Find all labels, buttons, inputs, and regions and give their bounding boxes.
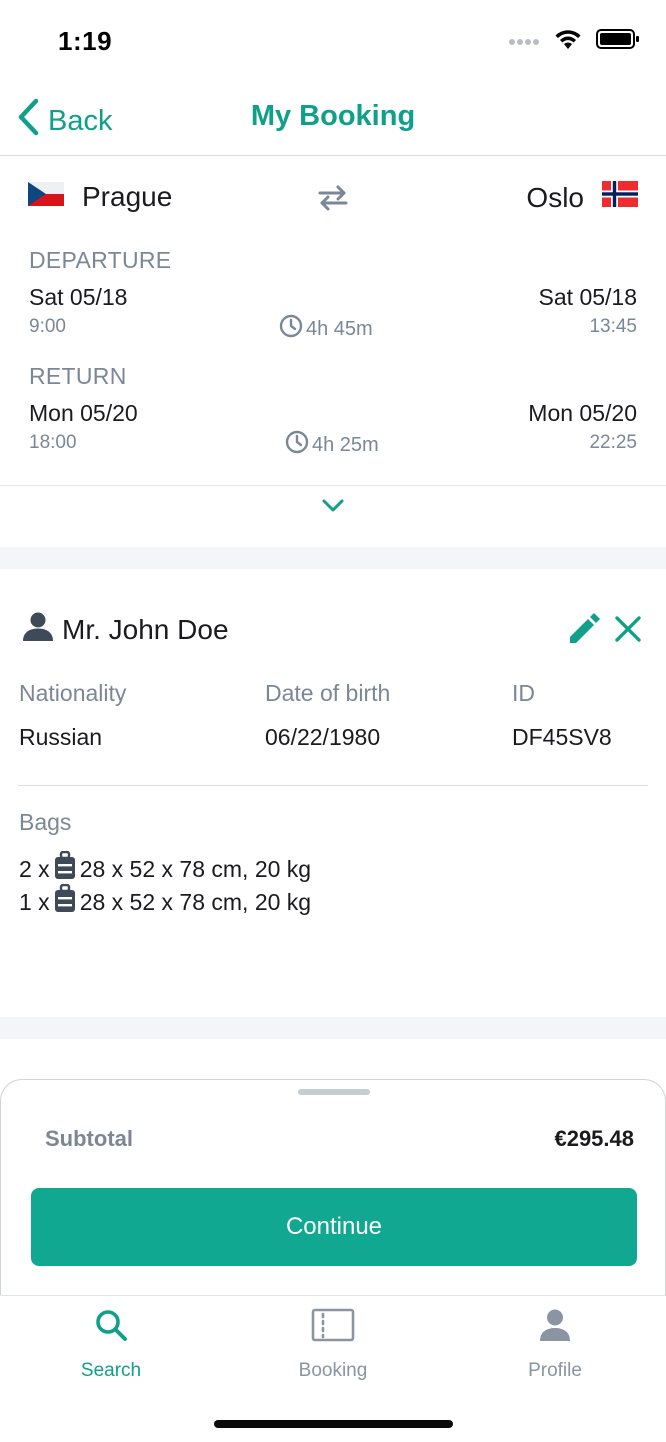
origin-city-name: Prague: [82, 181, 173, 212]
person-icon: [22, 611, 54, 648]
swap-arrows-icon: [316, 185, 350, 216]
destination-city-name: Oslo: [526, 181, 584, 213]
passenger-card: Mr. John Doe Nationality Russian Date of…: [0, 569, 666, 1017]
tab-profile-label: Profile: [528, 1360, 582, 1381]
return-out-time: 18:00: [29, 432, 77, 453]
status-time: 1:19: [58, 26, 113, 56]
clock-icon: [279, 314, 303, 344]
origin-city: Prague: [28, 181, 172, 213]
tab-search[interactable]: Search: [31, 1308, 191, 1382]
subtotal-value: €295.48: [554, 1126, 634, 1151]
id-value: DF45SV8: [512, 724, 612, 750]
departure-duration-text: 4h 45m: [306, 317, 373, 340]
suitcase-icon: [54, 850, 76, 887]
suitcase-icon: [54, 883, 76, 920]
departure-arrival-time: 13:45: [589, 316, 637, 337]
return-arrival-time: 22:25: [589, 432, 637, 453]
person-icon: [539, 1308, 571, 1348]
section-separator: [0, 547, 666, 569]
return-duration: 4h 25m: [285, 430, 379, 460]
page-title: My Booking: [250, 100, 416, 132]
nationality-value: Russian: [19, 724, 103, 750]
tab-bar: Search Booking Profile: [0, 1295, 666, 1442]
tab-booking-label: Booking: [298, 1360, 368, 1381]
status-bar: 1:19: [0, 0, 666, 80]
clock-icon: [285, 430, 309, 460]
return-label: RETURN: [29, 363, 127, 389]
tab-search-label: Search: [80, 1360, 142, 1381]
norway-flag-icon: [602, 181, 638, 214]
departure-arrival-date: Sat 05/18: [538, 284, 637, 310]
home-indicator: [214, 1420, 453, 1428]
checkout-sheet: Subtotal €295.48 Continue: [0, 1079, 666, 1299]
search-icon: [94, 1308, 128, 1348]
trip-card: Prague Oslo DEPARTURE Sat 05/18 9:00 4h …: [0, 157, 666, 547]
divider: [0, 485, 666, 486]
close-icon[interactable]: [614, 615, 642, 648]
dob-value: 06/22/1980: [265, 724, 381, 750]
divider: [18, 785, 648, 786]
sheet-drag-handle[interactable]: [298, 1089, 370, 1095]
return-duration-text: 4h 25m: [312, 433, 379, 456]
destination-city: Oslo: [526, 181, 638, 214]
nav-header: Back My Booking: [0, 80, 666, 156]
continue-button[interactable]: Continue: [31, 1188, 637, 1266]
passenger-name-row: Mr. John Doe: [22, 611, 229, 648]
section-separator: [0, 1017, 666, 1039]
return-arrival-date: Mon 05/20: [528, 400, 637, 426]
departure-out-time: 9:00: [29, 316, 66, 337]
bag-item: 1 x 28 x 52 x 78 cm, 20 kg: [19, 883, 312, 920]
pencil-icon[interactable]: [566, 611, 602, 652]
czech-flag-icon: [28, 181, 64, 213]
bags-label: Bags: [19, 809, 72, 835]
departure-label: DEPARTURE: [29, 247, 172, 273]
return-out-date: Mon 05/20: [29, 400, 138, 426]
cellular-signal-icon: [508, 33, 540, 51]
tab-booking[interactable]: Booking: [253, 1308, 413, 1382]
id-label: ID: [512, 680, 535, 706]
bag-count: 1 x: [19, 888, 50, 915]
ticket-icon: [311, 1308, 355, 1348]
bag-spec: 28 x 52 x 78 cm, 20 kg: [79, 855, 312, 882]
bag-spec: 28 x 52 x 78 cm, 20 kg: [79, 888, 312, 915]
departure-duration: 4h 45m: [279, 314, 373, 344]
status-icons: [508, 28, 640, 55]
wifi-icon: [554, 28, 582, 55]
nationality-label: Nationality: [19, 680, 127, 706]
bag-item: 2 x 28 x 52 x 78 cm, 20 kg: [19, 850, 312, 887]
passenger-name: Mr. John Doe: [62, 613, 229, 645]
dob-label: Date of birth: [265, 680, 391, 706]
tab-profile[interactable]: Profile: [475, 1308, 635, 1382]
bag-count: 2 x: [19, 855, 50, 882]
chevron-down-icon[interactable]: [322, 499, 344, 518]
battery-icon: [596, 28, 640, 55]
departure-out-date: Sat 05/18: [29, 284, 128, 310]
subtotal-label: Subtotal: [45, 1126, 133, 1151]
